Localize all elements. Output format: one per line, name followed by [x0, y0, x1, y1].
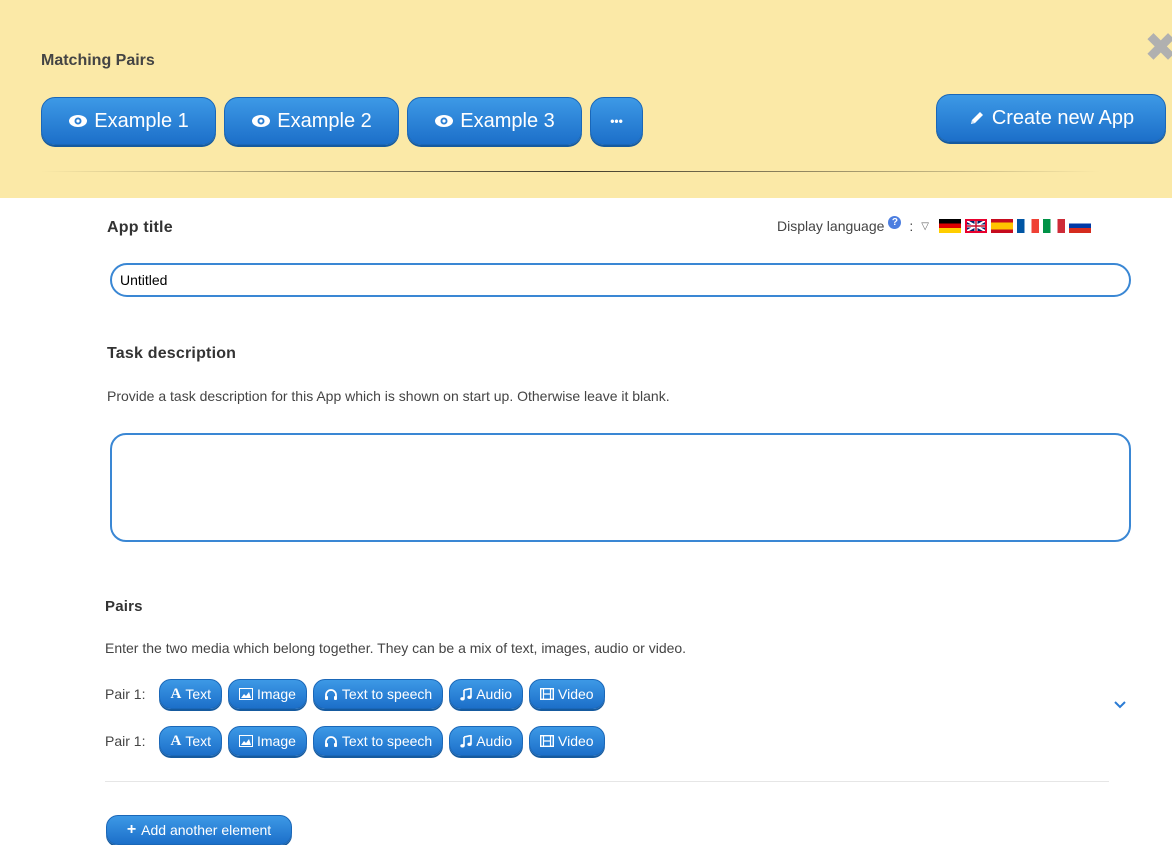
eye-icon: [68, 114, 88, 128]
headphones-icon: [324, 688, 338, 701]
task-description-label: Task description: [107, 345, 237, 362]
create-new-app-button[interactable]: Create new App: [936, 94, 1166, 142]
task-description-hint: Provide a task description for this App …: [107, 388, 670, 404]
video-button-label: Video: [558, 733, 594, 749]
image-button-label: Image: [257, 686, 296, 702]
text-button-label: Text: [185, 686, 211, 702]
example-2-button[interactable]: Example 2: [224, 97, 399, 145]
pencil-icon: [968, 109, 986, 127]
image-icon: [239, 688, 253, 700]
music-note-icon: [460, 734, 473, 748]
film-icon: [540, 735, 555, 747]
film-icon: [540, 688, 555, 700]
example-2-label: Example 2: [277, 109, 372, 132]
app-title-label: App title: [107, 219, 173, 236]
add-image-button[interactable]: Image: [228, 726, 307, 756]
ellipsis-icon: •••: [610, 114, 623, 128]
text-font-icon: A: [170, 732, 182, 749]
audio-button-label: Audio: [476, 686, 513, 702]
text-font-icon: A: [170, 685, 182, 702]
flag-ru-icon[interactable]: [1069, 219, 1091, 233]
eye-icon: [434, 114, 454, 128]
add-audio-button[interactable]: Audio: [449, 726, 524, 756]
more-examples-button[interactable]: •••: [590, 97, 643, 145]
header-panel: Matching Pairs Example 1 Example 2 Examp…: [0, 0, 1172, 198]
pair-label: Pair 1:: [105, 733, 146, 749]
flag-gb-icon[interactable]: [965, 219, 987, 233]
flag-de-icon[interactable]: [939, 219, 961, 233]
text-to-speech-button-label: Text to speech: [341, 686, 433, 702]
display-language-label: Display language: [777, 218, 885, 234]
music-note-icon: [460, 687, 473, 701]
help-icon[interactable]: ?: [888, 215, 902, 229]
example-3-button[interactable]: Example 3: [407, 97, 582, 145]
app-type-title: Matching Pairs: [41, 52, 155, 69]
add-text-to-speech-button[interactable]: Text to speech: [312, 679, 444, 709]
pairs-hint: Enter the two media which belong togethe…: [105, 640, 687, 656]
pairs-label: Pairs: [105, 598, 143, 615]
plus-icon: +: [126, 821, 137, 838]
add-video-button[interactable]: Video: [529, 679, 605, 709]
text-to-speech-button-label: Text to speech: [341, 733, 433, 749]
flag-fr-icon[interactable]: [1017, 219, 1039, 233]
text-button-label: Text: [185, 733, 211, 749]
example-3-label: Example 3: [460, 109, 555, 132]
app-title-input[interactable]: [110, 263, 1131, 297]
add-image-button[interactable]: Image: [228, 679, 307, 709]
add-another-element-button[interactable]: + Add another element: [106, 815, 292, 845]
task-description-textarea[interactable]: [110, 433, 1131, 542]
chevron-down-icon[interactable]: [1113, 697, 1127, 715]
close-icon[interactable]: ✖: [1144, 28, 1172, 68]
dropdown-triangle-icon[interactable]: ▽: [921, 221, 929, 232]
add-video-button[interactable]: Video: [529, 726, 605, 756]
language-separator: :: [909, 218, 914, 234]
flag-it-icon[interactable]: [1043, 219, 1065, 233]
audio-button-label: Audio: [476, 733, 513, 749]
pair-row: Pair 1: A Text Image Text to speech Audi…: [105, 679, 605, 709]
add-audio-button[interactable]: Audio: [449, 679, 524, 709]
video-button-label: Video: [558, 686, 594, 702]
example-1-label: Example 1: [94, 109, 189, 132]
header-divider: [40, 171, 1100, 172]
create-new-app-label: Create new App: [991, 106, 1135, 129]
display-language: Display language ? : ▽: [777, 215, 1091, 234]
flag-es-icon[interactable]: [991, 219, 1013, 233]
pair-row: Pair 1: A Text Image Text to speech Audi…: [105, 726, 605, 756]
pairs-divider: [105, 781, 1109, 782]
add-text-button[interactable]: A Text: [159, 679, 222, 709]
add-text-button[interactable]: A Text: [159, 726, 222, 756]
eye-icon: [251, 114, 271, 128]
add-text-to-speech-button[interactable]: Text to speech: [312, 726, 444, 756]
example-1-button[interactable]: Example 1: [41, 97, 216, 145]
pair-label: Pair 1:: [105, 686, 146, 702]
image-button-label: Image: [257, 733, 296, 749]
add-another-element-label: Add another element: [141, 822, 272, 838]
image-icon: [239, 735, 253, 747]
headphones-icon: [324, 735, 338, 748]
